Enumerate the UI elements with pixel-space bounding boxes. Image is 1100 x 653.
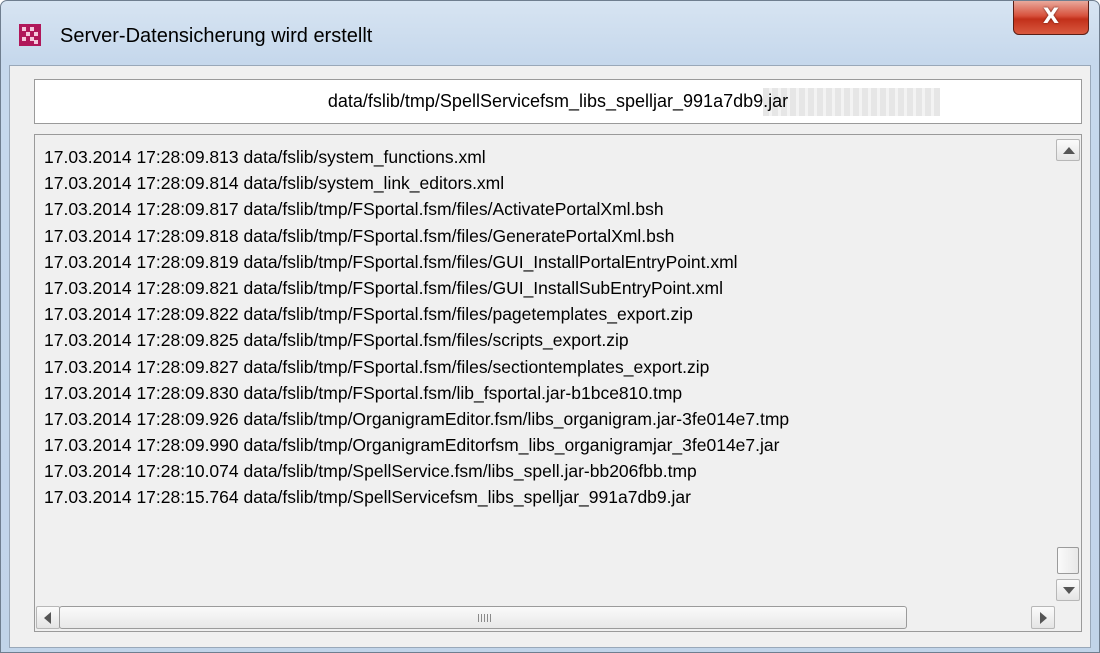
- log-panel: 17.03.2014 17:28:09.813 data/fslib/syste…: [34, 134, 1082, 632]
- close-button[interactable]: X: [1013, 1, 1089, 35]
- backup-dialog: Server-Datensicherung wird erstellt X da…: [0, 0, 1100, 653]
- scroll-left-button[interactable]: [36, 606, 60, 629]
- log-entry: 17.03.2014 17:28:09.818 data/fslib/tmp/F…: [44, 225, 675, 246]
- log-entry: 17.03.2014 17:28:09.827 data/fslib/tmp/F…: [44, 356, 710, 377]
- vertical-scrollbar[interactable]: [1055, 135, 1081, 604]
- log-entry: 17.03.2014 17:28:09.821 data/fslib/tmp/F…: [44, 277, 723, 298]
- log-entry: 17.03.2014 17:28:15.764 data/fslib/tmp/S…: [44, 487, 691, 508]
- log-entry: 17.03.2014 17:28:09.825 data/fslib/tmp/F…: [44, 330, 629, 351]
- window-title: Server-Datensicherung wird erstellt: [60, 25, 373, 47]
- scroll-down-button[interactable]: [1056, 579, 1080, 601]
- log-entry: 17.03.2014 17:28:09.830 data/fslib/tmp/F…: [44, 382, 683, 403]
- log-entry: 17.03.2014 17:28:09.813 data/fslib/syste…: [44, 147, 486, 167]
- app-logo-icon: [19, 24, 41, 46]
- horizontal-scrollbar[interactable]: [35, 604, 1081, 631]
- log-entry: 17.03.2014 17:28:09.926 data/fslib/tmp/O…: [44, 408, 790, 429]
- scroll-right-button[interactable]: [1031, 606, 1055, 629]
- chevron-left-icon: [44, 612, 51, 624]
- log-entry: 17.03.2014 17:28:09.990 data/fslib/tmp/O…: [44, 435, 780, 456]
- close-icon: X: [1042, 4, 1060, 28]
- log-list[interactable]: 17.03.2014 17:28:09.813 data/fslib/syste…: [44, 144, 1052, 604]
- current-file-label: data/fslib/tmp/SpellServicefsm_libs_spel…: [327, 91, 789, 111]
- dialog-content: data/fslib/tmp/SpellServicefsm_libs_spel…: [9, 65, 1091, 648]
- chevron-right-icon: [1040, 612, 1047, 624]
- log-entry: 17.03.2014 17:28:09.814 data/fslib/syste…: [44, 173, 505, 194]
- log-entry: 17.03.2014 17:28:09.822 data/fslib/tmp/F…: [44, 304, 693, 325]
- progress-highlight: [763, 88, 940, 116]
- log-entry: 17.03.2014 17:28:10.074 data/fslib/tmp/S…: [44, 461, 697, 482]
- log-entry: 17.03.2014 17:28:09.817 data/fslib/tmp/F…: [44, 199, 664, 220]
- log-entry: 17.03.2014 17:28:09.819 data/fslib/tmp/F…: [44, 251, 738, 272]
- vertical-scroll-thumb[interactable]: [1057, 547, 1079, 574]
- horizontal-scroll-thumb[interactable]: [59, 606, 907, 629]
- current-file-field: data/fslib/tmp/SpellServicefsm_libs_spel…: [34, 79, 1082, 124]
- chevron-down-icon: [1063, 587, 1075, 594]
- chevron-up-icon: [1063, 147, 1075, 154]
- grip-icon: [478, 614, 492, 622]
- title-bar[interactable]: Server-Datensicherung wird erstellt X: [1, 1, 1099, 65]
- scroll-up-button[interactable]: [1056, 139, 1080, 161]
